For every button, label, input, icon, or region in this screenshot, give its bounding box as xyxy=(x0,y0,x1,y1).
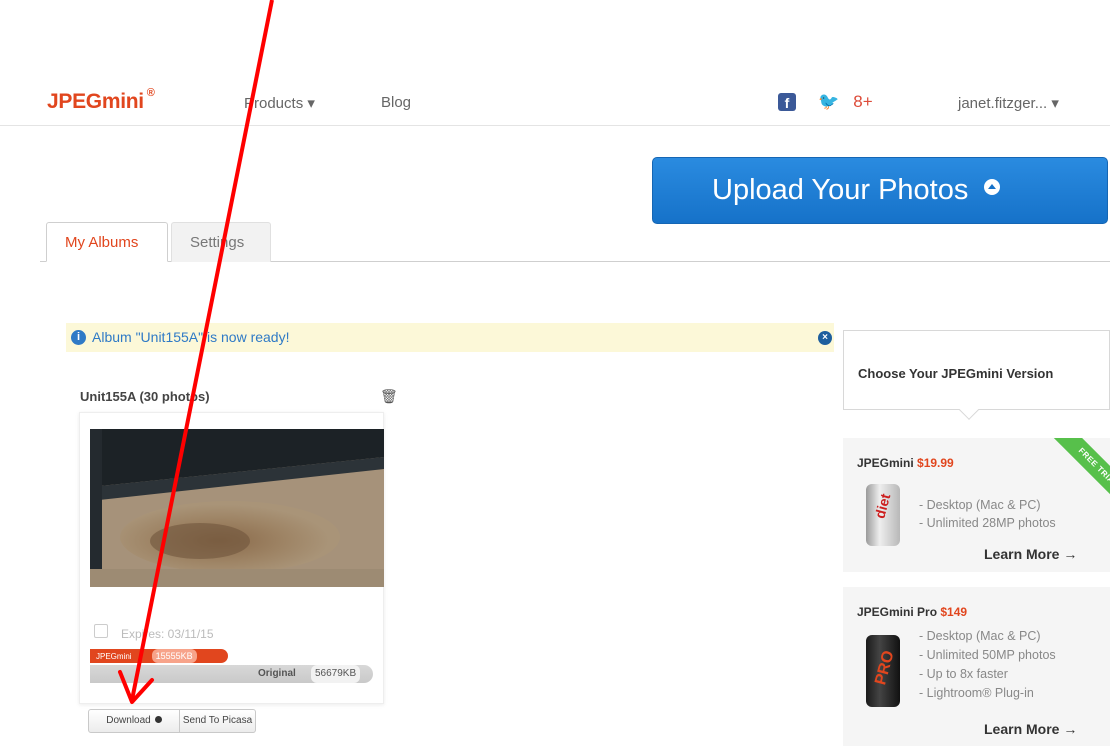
original-size-bar: Original 56679KB xyxy=(90,665,373,683)
compressed-size-value: 15555KB xyxy=(151,649,197,663)
calendar-icon xyxy=(94,624,108,638)
album-photo-image xyxy=(90,429,384,587)
feature-item: - Unlimited 50MP photos xyxy=(919,648,1056,662)
tab-my-albums[interactable]: My Albums xyxy=(46,222,168,262)
close-icon[interactable]: × xyxy=(818,331,832,345)
choose-version-title: Choose Your JPEGmini Version xyxy=(858,366,1054,381)
upload-arrow-icon xyxy=(984,179,1001,195)
expiry-date: Expires: 03/11/15 xyxy=(121,627,214,641)
download-label: Download xyxy=(106,715,151,726)
trash-icon[interactable]: 🗑 xyxy=(380,388,398,405)
feature-item: - Up to 8x faster xyxy=(919,667,1008,681)
product-card-jpegmini-pro[interactable]: JPEGmini Pro $149 PRO - Desktop (Mac & P… xyxy=(843,587,1110,746)
google-plus-icon[interactable]: 8+ xyxy=(852,92,874,112)
product-price: $19.99 xyxy=(917,456,954,470)
original-size-value: 56679KB xyxy=(311,665,361,683)
album-cover-photo[interactable] xyxy=(90,429,384,587)
twitter-icon[interactable]: 🐦 xyxy=(818,92,840,112)
feature-item: - Lightroom® Plug-in xyxy=(919,686,1034,700)
feature-item: - Desktop (Mac & PC) xyxy=(919,498,1041,512)
product-name-jpegmini-pro: JPEGmini Pro $149 xyxy=(857,605,968,619)
tab-settings[interactable]: Settings xyxy=(171,222,271,262)
jpegmini-logo[interactable]: JPEGmini ® xyxy=(47,87,155,114)
product-name-jpegmini: JPEGmini $19.99 xyxy=(857,456,954,470)
product-card-jpegmini[interactable]: FREE TRIAL JPEGmini $19.99 diet - Deskto… xyxy=(843,438,1110,572)
callout-pointer xyxy=(959,400,979,420)
notice-text: Album "Unit155A" is now ready! xyxy=(92,329,290,345)
info-icon: i xyxy=(71,330,86,345)
nav-products-menu[interactable]: Products ▾ xyxy=(244,94,315,112)
learn-more-link[interactable]: Learn More → xyxy=(984,721,1077,737)
pro-can-image: PRO xyxy=(866,635,900,707)
diet-can-image: diet xyxy=(866,484,900,546)
learn-more-link[interactable]: Learn More → xyxy=(984,546,1077,562)
album-title[interactable]: Unit155A (30 photos) xyxy=(80,389,210,404)
feature-item: - Desktop (Mac & PC) xyxy=(919,629,1041,643)
upload-label: Upload Your Photos xyxy=(712,174,969,206)
feature-item: - Unlimited 28MP photos xyxy=(919,516,1056,530)
upload-photos-button[interactable]: Upload Your Photos xyxy=(652,157,1108,224)
choose-version-box: Choose Your JPEGmini Version xyxy=(843,330,1110,420)
original-label: Original xyxy=(258,668,296,679)
download-icon xyxy=(154,716,162,723)
free-trial-ribbon: FREE TRIAL xyxy=(1048,438,1110,518)
top-navbar: JPEGmini ® Products ▾ Blog f 🐦 8+ janet.f… xyxy=(0,78,1110,126)
facebook-icon[interactable]: f xyxy=(778,93,796,111)
brand-bar-label: JPEGmini xyxy=(96,652,132,661)
album-ready-notice: i Album "Unit155A" is now ready! xyxy=(66,323,834,352)
user-account-menu[interactable]: janet.fitzger... ▾ xyxy=(958,94,1059,112)
product-price: $149 xyxy=(940,605,968,619)
nav-blog-link[interactable]: Blog xyxy=(381,94,411,111)
compressed-size-bar: JPEGmini 15555KB xyxy=(90,649,228,663)
send-to-picasa-button[interactable]: Send To Picasa xyxy=(180,709,256,733)
registered-mark: ® xyxy=(146,87,155,99)
download-button[interactable]: Download xyxy=(88,709,180,733)
